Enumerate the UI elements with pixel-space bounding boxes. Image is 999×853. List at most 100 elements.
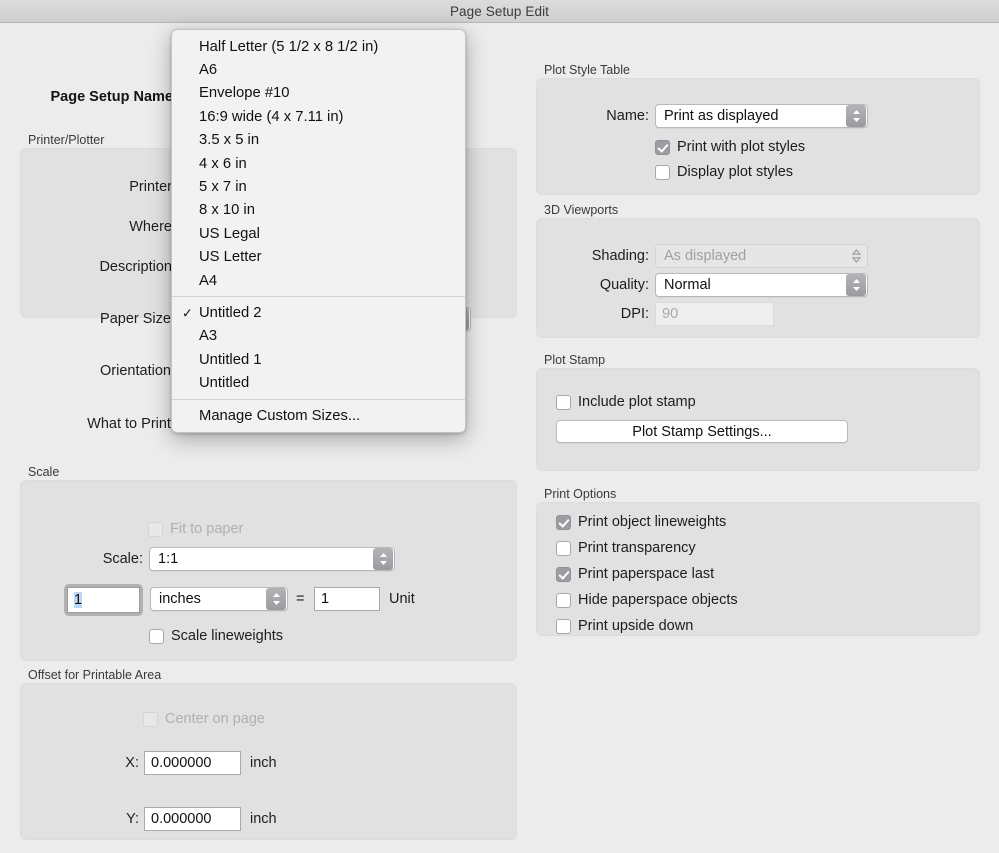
plot-stamp-group: Plot Stamp Include plot stamp Plot Stamp… <box>536 353 980 471</box>
hide-paperspace-objects-label: Hide paperspace objects <box>578 592 738 608</box>
scale-denominator-field[interactable]: 1 <box>314 587 380 611</box>
dialog-body: Page Setup Name Printer/Plotter Printer:… <box>0 23 999 853</box>
print-object-lineweights-checkbox[interactable] <box>556 514 571 530</box>
viewports-3d-group-label: 3D Viewports <box>544 203 619 217</box>
menu-item[interactable]: US Legal <box>172 222 465 245</box>
shading-popup-stepper-icon[interactable] <box>846 245 866 267</box>
print-paperspace-last-checkbox[interactable] <box>556 566 571 582</box>
quality-popup-value: Normal <box>664 277 711 293</box>
offset-x-unit: inch <box>250 755 277 771</box>
quality-popup[interactable]: Normal <box>655 273 868 297</box>
print-option-row-1[interactable]: Print transparency <box>556 540 696 556</box>
menu-item-label: 8 x 10 in <box>199 202 255 219</box>
what-to-print-label: What to Print: <box>87 416 175 432</box>
print-options-group-box: Print object lineweights Print transpare… <box>536 502 980 636</box>
where-label: Where: <box>129 219 176 235</box>
menu-item[interactable]: ✓ Untitled 2 <box>172 301 465 324</box>
print-with-plot-styles-checkbox[interactable] <box>655 139 670 155</box>
plot-style-name-popup-stepper-icon[interactable] <box>846 105 866 127</box>
scale-unit-popup-stepper-icon[interactable] <box>266 588 286 610</box>
printer-plotter-group-label: Printer/Plotter <box>28 133 105 147</box>
page-setup-name-label: Page Setup Name <box>50 89 174 105</box>
offset-group: Offset for Printable Area Center on page… <box>20 668 517 840</box>
shading-popup[interactable]: As displayed <box>655 244 868 268</box>
viewports-3d-group-box: Shading: As displayed Quality: Normal DP… <box>536 218 980 338</box>
menu-item[interactable]: US Letter <box>172 246 465 269</box>
menu-item-label: A4 <box>199 272 218 289</box>
plot-stamp-group-label: Plot Stamp <box>544 353 606 367</box>
menu-item[interactable]: Envelope #10 <box>172 82 465 105</box>
hide-paperspace-objects-checkbox[interactable] <box>556 592 571 608</box>
include-plot-stamp-checkbox[interactable] <box>556 394 571 410</box>
plot-stamp-settings-button[interactable]: Plot Stamp Settings... <box>556 420 848 443</box>
offset-x-field[interactable]: 0.000000 <box>144 751 241 775</box>
print-with-plot-styles-checkbox-row[interactable]: Print with plot styles <box>655 139 805 155</box>
paper-size-dropdown-menu[interactable]: Half Letter (5 1/2 x 8 1/2 in) A6 Envelope… <box>171 29 466 434</box>
menu-item-label: Half Letter (5 1/2 x 8 1/2 in) <box>199 38 379 55</box>
scale-numerator-value: 1 <box>74 592 83 608</box>
display-plot-styles-checkbox-row[interactable]: Display plot styles <box>655 164 793 180</box>
offset-y-label: Y: <box>126 811 139 827</box>
window-title: Page Setup Edit <box>449 3 550 19</box>
menu-item-label: Untitled 2 <box>199 304 262 321</box>
scale-lineweights-checkbox[interactable] <box>149 628 164 644</box>
print-option-row-0[interactable]: Print object lineweights <box>556 514 726 530</box>
quality-label: Quality: <box>599 277 649 293</box>
plot-style-table-group-label: Plot Style Table <box>544 63 630 77</box>
plot-style-name-label: Name: <box>606 108 649 124</box>
menu-item[interactable]: A3 <box>172 325 465 348</box>
menu-item[interactable]: 3.5 x 5 in <box>172 129 465 152</box>
offset-group-label: Offset for Printable Area <box>28 668 162 682</box>
menu-item-label: US Legal <box>199 225 260 242</box>
scale-popup-stepper-icon[interactable] <box>373 548 393 570</box>
menu-item[interactable]: Manage Custom Sizes... <box>172 404 465 427</box>
scale-group-label: Scale <box>28 465 60 479</box>
print-transparency-checkbox[interactable] <box>556 540 571 556</box>
menu-item[interactable]: 4 x 6 in <box>172 152 465 175</box>
printer-label: Printer: <box>129 179 176 195</box>
orientation-label: Orientation: <box>100 363 175 379</box>
fit-to-paper-checkbox[interactable] <box>148 521 163 537</box>
dpi-label: DPI: <box>620 306 649 322</box>
menu-item[interactable]: Untitled <box>172 371 465 394</box>
menu-item-label: 3.5 x 5 in <box>199 132 260 149</box>
menu-item[interactable]: A6 <box>172 58 465 81</box>
menu-separator <box>172 296 465 298</box>
offset-y-value: 0.000000 <box>151 811 212 827</box>
menu-item[interactable]: 16:9 wide (4 x 7.11 in) <box>172 105 465 128</box>
print-option-row-4[interactable]: Print upside down <box>556 618 693 634</box>
offset-group-box: Center on page X: 0.000000 inch Y: 0.000… <box>20 683 517 840</box>
include-plot-stamp-checkbox-row[interactable]: Include plot stamp <box>556 394 696 410</box>
scale-popup[interactable]: 1:1 <box>149 547 395 571</box>
menu-item[interactable]: Half Letter (5 1/2 x 8 1/2 in) <box>172 35 465 58</box>
menu-item-label: Manage Custom Sizes... <box>199 407 361 424</box>
scale-group-box: Fit to paper Scale: 1:1 1 inches = 1 Uni… <box>20 480 517 661</box>
display-plot-styles-checkbox[interactable] <box>655 164 670 180</box>
quality-popup-stepper-icon[interactable] <box>846 274 866 296</box>
scale-numerator-field[interactable]: 1 <box>67 587 140 613</box>
print-option-row-2[interactable]: Print paperspace last <box>556 566 714 582</box>
menu-item[interactable]: Untitled 1 <box>172 348 465 371</box>
center-on-page-checkbox-row[interactable]: Center on page <box>143 711 265 727</box>
include-plot-stamp-label: Include plot stamp <box>578 394 696 410</box>
offset-x-value: 0.000000 <box>151 755 212 771</box>
menu-item-label: Envelope #10 <box>199 85 290 102</box>
offset-y-field[interactable]: 0.000000 <box>144 807 241 831</box>
plot-style-name-popup[interactable]: Print as displayed <box>655 104 868 128</box>
scale-unit-popup[interactable]: inches <box>150 587 288 611</box>
dpi-field[interactable]: 90 <box>655 302 774 326</box>
print-upside-down-label: Print upside down <box>578 618 694 634</box>
menu-item[interactable]: 8 x 10 in <box>172 199 465 222</box>
menu-item[interactable]: A4 <box>172 269 465 292</box>
scale-lineweights-checkbox-row[interactable]: Scale lineweights <box>149 628 283 644</box>
center-on-page-checkbox[interactable] <box>143 711 158 727</box>
print-paperspace-last-label: Print paperspace last <box>578 566 715 582</box>
print-option-row-3[interactable]: Hide paperspace objects <box>556 592 738 608</box>
fit-to-paper-checkbox-row[interactable]: Fit to paper <box>148 521 243 537</box>
print-object-lineweights-label: Print object lineweights <box>578 514 727 530</box>
print-upside-down-checkbox[interactable] <box>556 618 571 634</box>
center-on-page-label: Center on page <box>165 711 265 727</box>
menu-item[interactable]: 5 x 7 in <box>172 175 465 198</box>
print-options-group: Print Options Print object lineweights P… <box>536 487 980 636</box>
menu-item-label: A6 <box>199 62 218 79</box>
